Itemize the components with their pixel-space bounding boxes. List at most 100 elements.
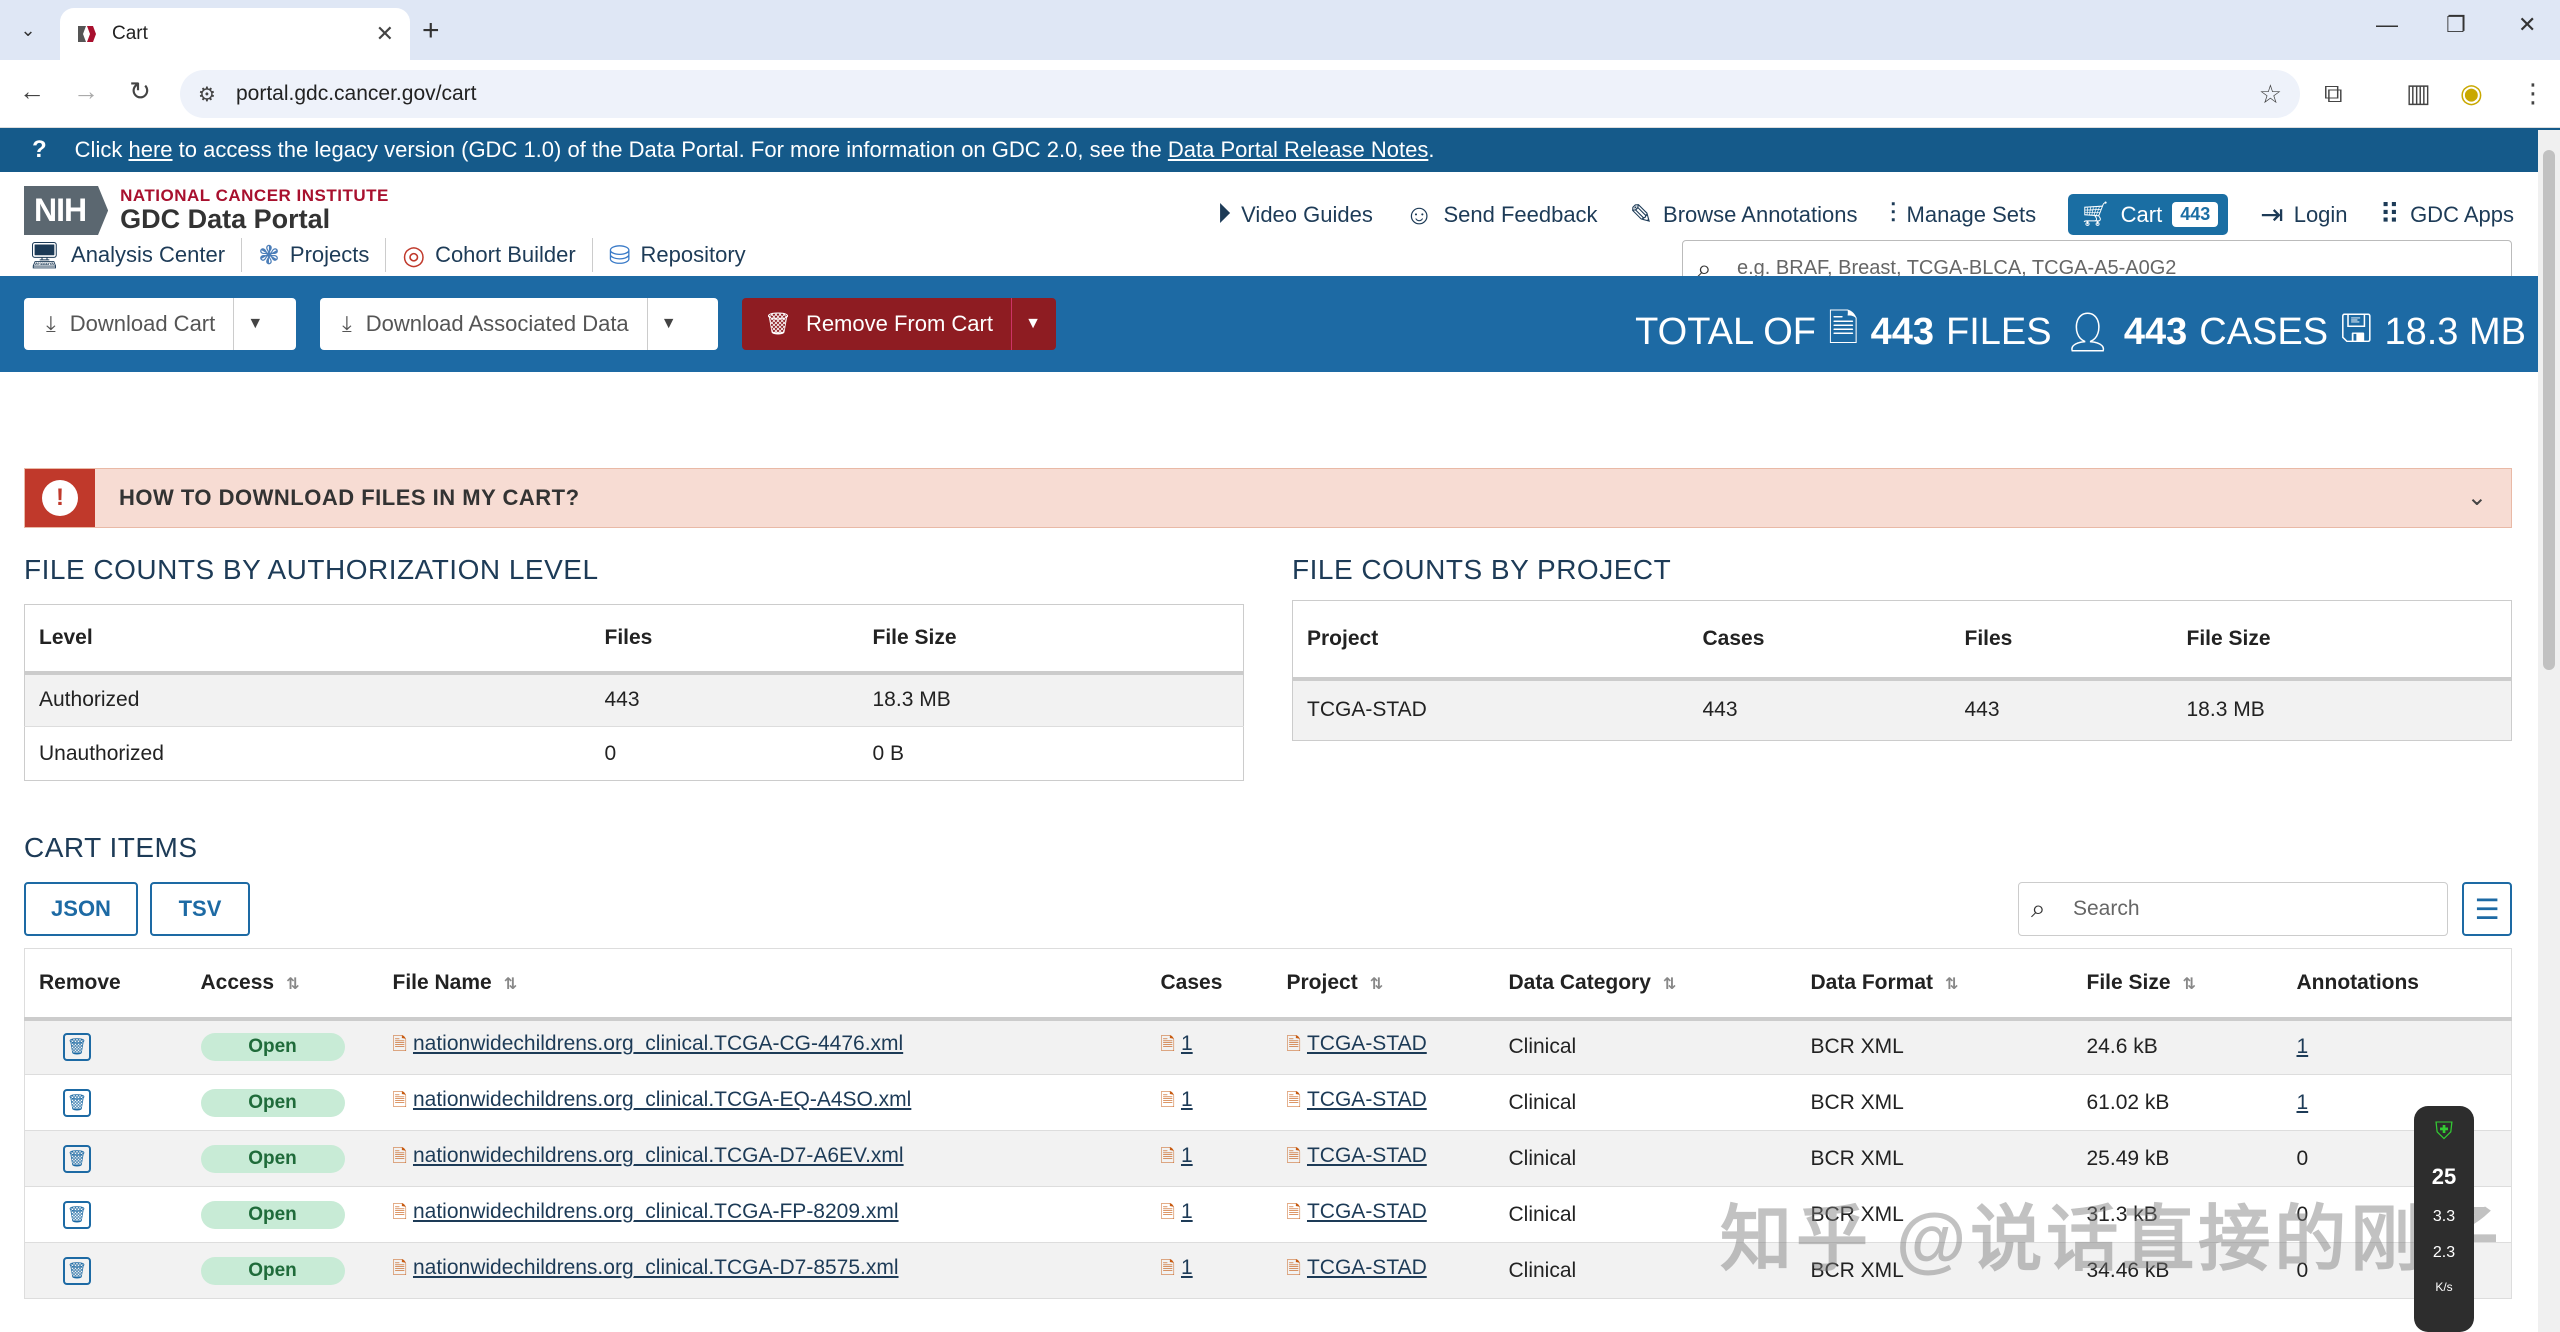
sort-icon[interactable]: ⇅ <box>1663 976 1676 993</box>
browser-menu-icon[interactable]: ⋮ <box>2520 78 2546 109</box>
projects-link[interactable]: ❃ Projects <box>242 238 387 272</box>
file-name-link[interactable]: nationwidechildrens.org_clinical.TCGA-D7… <box>413 1256 899 1279</box>
repository-link[interactable]: ⛁ Repository <box>593 238 762 272</box>
project-link[interactable]: TCGA-STAD <box>1307 1088 1427 1111</box>
tab-close-icon[interactable]: ✕ <box>376 21 394 47</box>
auth-level-title: FILE COUNTS BY AUTHORIZATION LEVEL <box>24 554 599 585</box>
cases-link[interactable]: 1 <box>1181 1256 1193 1279</box>
col-header-file-size[interactable]: File Size ⇅ <box>2072 948 2283 1021</box>
tab-list-chevron-icon[interactable]: ⌄ <box>12 14 44 46</box>
download-associated-dropdown-icon[interactable]: ▼ <box>648 315 690 333</box>
how-to-download-accordion[interactable]: ! HOW TO DOWNLOAD FILES IN MY CART? ⌄ <box>24 468 2512 528</box>
cases-link[interactable]: 1 <box>1181 1144 1193 1167</box>
project-link[interactable]: TCGA-STAD <box>1307 1032 1427 1055</box>
profile-avatar-icon[interactable]: ◉ <box>2460 78 2483 109</box>
sort-icon[interactable]: ⇅ <box>286 976 299 993</box>
trash-icon[interactable]: 🗑︎ <box>63 1033 91 1062</box>
col-header-data-category[interactable]: Data Category ⇅ <box>1494 948 1797 1021</box>
cart-search-input[interactable]: ⌕ Search <box>2018 882 2448 936</box>
remove-cell: 🗑︎ <box>24 1130 187 1187</box>
restore-icon[interactable]: ❐ <box>2446 12 2466 38</box>
download-cart-button[interactable]: ⤓ Download Cart ▼ <box>24 298 296 350</box>
project-link[interactable]: TCGA-STAD <box>1307 1256 1427 1279</box>
side-panel-icon[interactable]: ▥ <box>2406 78 2431 109</box>
cases-link[interactable]: 1 <box>1181 1200 1193 1223</box>
back-icon[interactable]: ← <box>12 76 52 107</box>
project-link[interactable]: TCGA-STAD <box>1307 1144 1427 1167</box>
browse-annotations-link[interactable]: ✎ Browse Annotations <box>1630 198 1858 231</box>
sort-icon[interactable]: ⇅ <box>1945 976 1958 993</box>
cart-button[interactable]: 🛒︎ Cart 443 <box>2068 194 2229 235</box>
sort-icon[interactable]: ⇅ <box>2183 976 2196 993</box>
file-icon: 🗎︎ <box>1286 1145 1301 1166</box>
widget-unit: K/s <box>2435 1280 2453 1294</box>
cases-link[interactable]: 1 <box>1181 1032 1193 1055</box>
save-disk-icon: 🖫︎ <box>2340 308 2373 350</box>
banner-suffix: . <box>1428 137 1435 162</box>
chevron-down-icon[interactable]: ⌄ <box>2467 483 2487 512</box>
json-export-button[interactable]: JSON <box>24 882 138 936</box>
legacy-link[interactable]: here <box>128 137 172 163</box>
reload-icon[interactable]: ↻ <box>120 76 160 107</box>
trash-icon[interactable]: 🗑︎ <box>63 1256 91 1285</box>
file-name-link[interactable]: nationwidechildrens.org_clinical.TCGA-D7… <box>413 1144 904 1167</box>
video-guides-link[interactable]: ⏵ Video Guides <box>1217 198 1373 231</box>
sort-icon[interactable]: ⇅ <box>504 976 517 993</box>
annotations-value[interactable]: 1 <box>2297 1091 2309 1114</box>
file-icon: 🗎︎ <box>392 1145 407 1166</box>
analysis-center-icon: 🖥︎ <box>28 239 62 270</box>
download-cart-dropdown-icon[interactable]: ▼ <box>234 315 276 333</box>
trash-icon[interactable]: 🗑︎ <box>63 1088 91 1117</box>
window-close-icon[interactable]: ✕ <box>2518 12 2536 38</box>
file-name-link[interactable]: nationwidechildrens.org_clinical.TCGA-CG… <box>413 1032 903 1055</box>
sort-icon[interactable]: ⇅ <box>1370 976 1383 993</box>
cohort-builder-link[interactable]: ◎ Cohort Builder <box>386 238 593 272</box>
col-header-project[interactable]: Project ⇅ <box>1272 948 1495 1021</box>
file-name-link[interactable]: nationwidechildrens.org_clinical.TCGA-FP… <box>413 1200 899 1223</box>
bookmark-star-icon[interactable]: ☆ <box>2259 79 2282 110</box>
remove-dropdown-icon[interactable]: ▼ <box>1012 315 1054 333</box>
column-selector-icon[interactable]: ☰ <box>2462 882 2512 936</box>
cases-link[interactable]: 1 <box>1181 1088 1193 1111</box>
gdc-logo[interactable]: NIH NATIONAL CANCER INSTITUTE GDC Data P… <box>24 186 389 235</box>
data-category-cell: Clinical <box>1494 1074 1797 1131</box>
project-link[interactable]: TCGA-STAD <box>1307 1200 1427 1223</box>
minimize-icon[interactable]: — <box>2376 12 2398 38</box>
table-row: 🗑︎ Open 🗎︎ nationwidechildrens.org_clinical… <box>24 1074 2512 1131</box>
col-header-data-format[interactable]: Data Format ⇅ <box>1796 948 2073 1021</box>
access-cell: Open <box>186 1074 379 1131</box>
scrollbar-thumb[interactable] <box>2543 150 2555 670</box>
login-label: Login <box>2293 201 2348 227</box>
remove-from-cart-button[interactable]: 🗑︎ Remove From Cart ▼ <box>742 298 1056 350</box>
login-link[interactable]: ⇥ Login <box>2260 198 2347 231</box>
page-scrollbar[interactable] <box>2538 130 2560 1332</box>
table-cell: 18.3 MB <box>2172 678 2512 741</box>
col-header-label: Data Category <box>1508 970 1651 994</box>
cases-cell: 🗎︎ 1 <box>1146 1186 1273 1243</box>
col-header-file-name[interactable]: File Name ⇅ <box>378 948 1147 1021</box>
data-category-cell: Clinical <box>1494 1130 1797 1187</box>
release-notes-link[interactable]: Data Portal Release Notes <box>1168 137 1428 163</box>
file-name-link[interactable]: nationwidechildrens.org_clinical.TCGA-EQ… <box>413 1088 911 1111</box>
gdc-apps-label: GDC Apps <box>2410 201 2514 227</box>
download-associated-button[interactable]: ⤓ Download Associated Data ▼ <box>320 298 718 350</box>
send-feedback-link[interactable]: ☺ Send Feedback <box>1405 199 1598 231</box>
manage-sets-link[interactable]: ⫶ Manage Sets <box>1890 198 2037 231</box>
site-settings-icon[interactable]: ⚙ <box>198 82 216 107</box>
address-bar[interactable]: ⚙ portal.gdc.cancer.gov/cart ☆ <box>180 70 2300 118</box>
analysis-center-link[interactable]: 🖥︎ Analysis Center <box>28 238 243 272</box>
annotations-value[interactable]: 1 <box>2297 1035 2309 1058</box>
exclamation-icon: ! <box>42 480 78 516</box>
access-badge: Open <box>200 1033 345 1062</box>
new-tab-icon[interactable]: + <box>422 14 440 48</box>
forward-icon[interactable]: → <box>66 76 106 107</box>
trash-icon[interactable]: 🗑︎ <box>63 1200 91 1229</box>
trash-icon[interactable]: 🗑︎ <box>63 1144 91 1173</box>
gdc-favicon-icon <box>78 26 96 42</box>
tsv-export-button[interactable]: TSV <box>150 882 250 936</box>
extensions-icon[interactable]: ⧉ <box>2324 78 2343 110</box>
gdc-apps-link[interactable]: ⠿ GDC Apps <box>2380 198 2514 231</box>
col-header-access[interactable]: Access ⇅ <box>186 948 379 1021</box>
annotations-cell: 0 <box>2282 1130 2512 1187</box>
browser-tab[interactable]: Cart ✕ <box>60 8 410 60</box>
